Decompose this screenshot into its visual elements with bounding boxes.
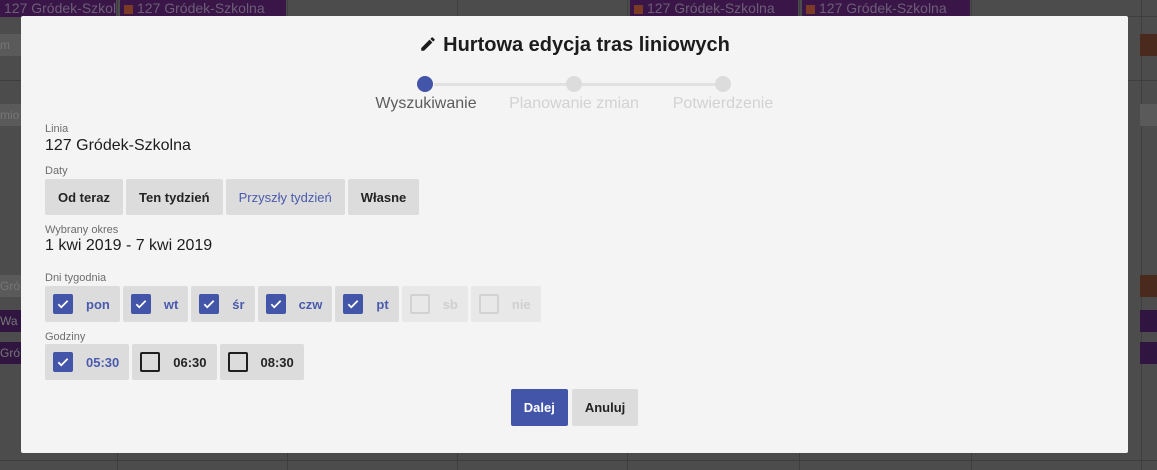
step-label-confirm: Potwierdzenie	[672, 95, 774, 112]
step-connector	[434, 83, 570, 86]
hour-0830-checkbox[interactable]: 08:30	[219, 344, 304, 380]
checkbox-checked-icon	[199, 294, 220, 314]
date-next-week-button[interactable]: Przyszły tydzień	[225, 179, 345, 215]
date-this-week-button[interactable]: Ten tydzień	[126, 179, 223, 215]
period-value: 1 kwi 2019 - 7 kwi 2019	[45, 237, 213, 254]
weekday-label: czw	[298, 296, 323, 312]
line-label: Linia	[45, 123, 69, 135]
weekdays-label: Dni tygodnia	[45, 272, 107, 284]
bg-event: 127 Gródek-Szkolna	[630, 0, 798, 17]
modal-title: Hurtowa edycja tras liniowych	[21, 32, 1128, 58]
modal-title-text: Hurtowa edycja tras liniowych	[443, 34, 730, 56]
bg-chip: Gró	[0, 275, 21, 297]
stepper: Wyszukiwanie Planowanie zmian Potwierdze…	[21, 75, 1128, 115]
weekday-label: nie	[511, 296, 531, 312]
bg-chip	[1140, 342, 1157, 364]
weekdays-group: pon wt śr czw pt sb nie	[45, 286, 541, 322]
hour-0630-checkbox[interactable]: 06:30	[132, 344, 217, 380]
hour-0530-checkbox[interactable]: 05:30	[45, 344, 130, 380]
weekday-label: pt	[376, 296, 389, 312]
dates-button-group: Od teraz Ten tydzień Przyszły tydzień Wł…	[45, 179, 420, 215]
line-value: 127 Gródek-Szkolna	[45, 137, 191, 154]
weekday-sat-checkbox: sb	[401, 286, 468, 322]
dates-label: Daty	[45, 165, 68, 177]
checkbox-empty-icon	[227, 352, 248, 372]
checkbox-checked-icon	[343, 294, 364, 314]
hours-group: 05:30 06:30 08:30	[45, 344, 304, 380]
checkbox-empty-icon	[478, 294, 499, 314]
bulk-edit-modal: Hurtowa edycja tras liniowych Wyszukiwan…	[21, 16, 1128, 453]
date-from-now-button[interactable]: Od teraz	[45, 179, 124, 215]
checkbox-checked-icon	[53, 294, 73, 314]
hours-label: Godziny	[45, 331, 86, 343]
weekday-label: sb	[442, 296, 458, 312]
step-connector	[582, 83, 718, 86]
weekday-label: pon	[86, 296, 110, 312]
bg-chip	[1140, 34, 1157, 56]
period-label: Wybrany okres	[45, 224, 119, 236]
bg-chip: m	[0, 34, 21, 56]
bg-chip: mio	[0, 104, 21, 126]
bg-chip	[1140, 310, 1157, 332]
checkbox-checked-icon	[265, 294, 286, 314]
bg-chip: Gró	[0, 342, 21, 364]
hour-label: 06:30	[173, 354, 207, 370]
step-dot-planning	[566, 76, 582, 92]
checkbox-checked-icon	[130, 294, 151, 314]
bg-chip	[1140, 275, 1157, 297]
step-dot-confirm	[715, 76, 731, 92]
step-label-search: Wyszukiwanie	[375, 95, 477, 112]
next-button[interactable]: Dalej	[510, 389, 568, 426]
bg-event: 127 Gródek-Szkolna	[0, 0, 116, 17]
weekday-wed-checkbox[interactable]: śr	[191, 286, 255, 322]
cancel-button[interactable]: Anuluj	[571, 389, 639, 426]
bg-event: 127 Gródek-Szkolna	[120, 0, 286, 17]
bg-chip	[1140, 104, 1157, 126]
step-label-planning: Planowanie zmian	[509, 95, 639, 112]
weekday-tue-checkbox[interactable]: wt	[122, 286, 189, 322]
checkbox-empty-icon	[140, 352, 161, 372]
bg-event: 127 Gródek-Szkolna	[802, 0, 970, 17]
weekday-label: wt	[163, 296, 179, 312]
step-dot-search	[417, 76, 433, 92]
weekday-sun-checkbox: nie	[470, 286, 541, 322]
weekday-fri-checkbox[interactable]: pt	[335, 286, 399, 322]
weekday-mon-checkbox[interactable]: pon	[45, 286, 120, 322]
checkbox-empty-icon	[409, 294, 430, 314]
weekday-label: śr	[232, 296, 245, 312]
date-custom-button[interactable]: Własne	[347, 179, 420, 215]
hour-label: 05:30	[86, 354, 120, 370]
hour-label: 08:30	[260, 354, 294, 370]
bg-chip: Wa	[0, 310, 21, 332]
weekday-thu-checkbox[interactable]: czw	[257, 286, 333, 322]
checkbox-checked-icon	[53, 352, 73, 372]
modal-footer: Dalej Anuluj	[21, 389, 1128, 426]
pencil-icon	[421, 37, 435, 51]
